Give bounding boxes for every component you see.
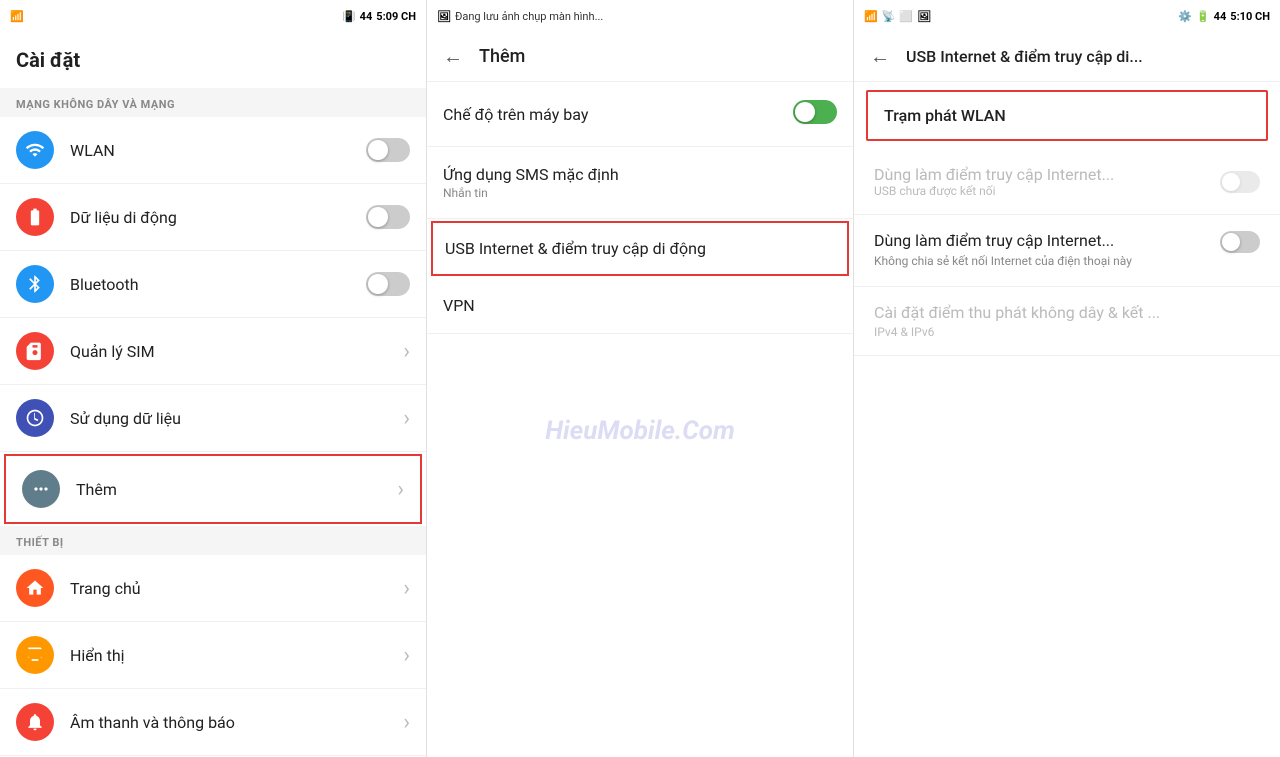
sim-text: Quản lý SIM (70, 342, 403, 361)
mobile-data-toggle[interactable] (366, 205, 410, 229)
usb-internet-panel: ← USB Internet & điểm truy cập di... Trạ… (854, 32, 1280, 757)
usb-internet-text: USB Internet & điểm truy cập di động (445, 239, 835, 258)
nfc-icon: ⬜ (899, 10, 913, 23)
mobile-data-icon (16, 198, 54, 236)
mobile-hotspot-toggle[interactable] (1220, 231, 1260, 253)
menu-item-sms[interactable]: Ứng dụng SMS mặc định Nhắn tin (427, 147, 853, 219)
section-network: MẠNG KHÔNG DÂY VÀ MẠNG (0, 88, 426, 117)
home-icon (16, 569, 54, 607)
usb-internet-header: ← USB Internet & điểm truy cập di... (854, 32, 1280, 82)
status-right-left: 📳 44 5:09 CH (342, 10, 416, 23)
time-left: 5:09 CH (376, 10, 416, 23)
sim-icon (16, 332, 54, 370)
mobile-data-toggle-container[interactable] (366, 205, 410, 229)
settings-item-bluetooth[interactable]: Bluetooth (0, 251, 426, 318)
battery-left: 44 (360, 10, 373, 23)
settings-icon: ⚙️ (1178, 10, 1192, 23)
status-right-right: ⚙️ 🔋 44 5:10 CH (1178, 10, 1270, 23)
them-panel: ← Thêm Chế độ trên máy bay .toggle.on::a… (427, 32, 854, 757)
usb-tethering-toggle (1220, 171, 1260, 193)
more-chevron (397, 477, 404, 502)
bluetooth-text: Bluetooth (70, 275, 366, 294)
battery-right: 🔋 (1196, 10, 1210, 23)
battery-pct-right: 44 (1214, 10, 1227, 23)
signal-right: 📶 (864, 10, 878, 23)
settings-panel: Cài đặt MẠNG KHÔNG DÂY VÀ MẠNG WLAN Dữ l… (0, 32, 427, 757)
settings-item-wlan[interactable]: WLAN (0, 117, 426, 184)
mobile-hotspot-text: Dùng làm điểm truy cập Internet... Không… (874, 231, 1208, 270)
wlan-toggle[interactable] (366, 138, 410, 162)
vibrate-icon: 📳 (342, 10, 356, 23)
watermark: HieuMobile.Com (545, 416, 735, 446)
section-device: THIẾT BỊ (0, 526, 426, 555)
wlan-toggle-container[interactable] (366, 138, 410, 162)
display-chevron (403, 643, 410, 668)
sound-icon (16, 703, 54, 741)
mobile-data-text: Dữ liệu di động (70, 208, 366, 227)
data-usage-text: Sử dụng dữ liệu (70, 409, 403, 428)
screenshot-icon: 🖼 (437, 10, 451, 23)
usb-internet-title: USB Internet & điểm truy cập di... (906, 47, 1143, 66)
settings-item-data-usage[interactable]: Sử dụng dữ liệu (0, 385, 426, 452)
data-usage-chevron (403, 406, 410, 431)
status-icons-left: 📶 (10, 10, 24, 23)
vpn-text: VPN (443, 296, 837, 315)
time-right: 5:10 CH (1230, 10, 1270, 23)
sms-text: Ứng dụng SMS mặc định Nhắn tin (443, 165, 837, 200)
signal-icon: 📶 (10, 10, 24, 23)
wlan-icon (16, 131, 54, 169)
status-icons-right: 📶 📡 ⬜ 🖼 (864, 10, 931, 23)
settings-item-home[interactable]: Trang chủ (0, 555, 426, 622)
airplane-text: Chế độ trên máy bay (443, 105, 793, 124)
display-icon (16, 636, 54, 674)
more-icon (22, 470, 60, 508)
them-back-button[interactable]: ← (443, 44, 463, 69)
wlan-hotspot-title: Trạm phát WLAN (884, 106, 1250, 125)
home-text: Trang chủ (70, 579, 403, 598)
settings-title: Cài đặt (0, 32, 426, 88)
bluetooth-icon (16, 265, 54, 303)
wifi-right: 📡 (882, 10, 896, 23)
display-text: Hiển thị (70, 646, 403, 665)
usb-back-button[interactable]: ← (870, 44, 890, 69)
usb-tethering-item: Dùng làm điểm truy cập Internet... USB c… (854, 149, 1280, 215)
more-text: Thêm (76, 480, 397, 499)
wlan-hotspot-item[interactable]: Trạm phát WLAN (866, 90, 1268, 141)
bluetooth-toggle-container[interactable] (366, 272, 410, 296)
mobile-hotspot-item[interactable]: Dùng làm điểm truy cập Internet... Không… (854, 215, 1280, 287)
sound-chevron (403, 710, 410, 735)
settings-item-display[interactable]: Hiển thị (0, 622, 426, 689)
menu-item-usb[interactable]: USB Internet & điểm truy cập di động (431, 221, 849, 276)
airplane-toggle[interactable]: .toggle.on::after { left: calc(100% - 22… (793, 100, 837, 124)
wifi-settings-item: Cài đặt điểm thu phát không dây & kết ..… (854, 287, 1280, 356)
wlan-text: WLAN (70, 141, 366, 160)
them-title: Thêm (479, 46, 525, 67)
home-chevron (403, 576, 410, 601)
settings-item-sound[interactable]: Âm thanh và thông báo (0, 689, 426, 756)
screenshot-text: Đang lưu ảnh chụp màn hình... (455, 10, 603, 23)
sound-text: Âm thanh và thông báo (70, 713, 403, 732)
screenshot2-icon: 🖼 (917, 10, 931, 23)
data-usage-icon (16, 399, 54, 437)
sim-chevron (403, 339, 410, 364)
menu-item-airplane[interactable]: Chế độ trên máy bay .toggle.on::after { … (427, 82, 853, 147)
airplane-toggle-container[interactable]: .toggle.on::after { left: calc(100% - 22… (793, 100, 837, 128)
menu-item-vpn[interactable]: VPN (427, 278, 853, 334)
settings-item-sim[interactable]: Quản lý SIM (0, 318, 426, 385)
settings-item-mobile-data[interactable]: Dữ liệu di động (0, 184, 426, 251)
settings-item-more[interactable]: Thêm (4, 454, 422, 524)
them-header: ← Thêm (427, 32, 853, 82)
usb-tethering-text: Dùng làm điểm truy cập Internet... USB c… (874, 165, 1114, 198)
status-icons-middle: 🖼 Đang lưu ảnh chụp màn hình... (437, 10, 603, 23)
bluetooth-toggle[interactable] (366, 272, 410, 296)
